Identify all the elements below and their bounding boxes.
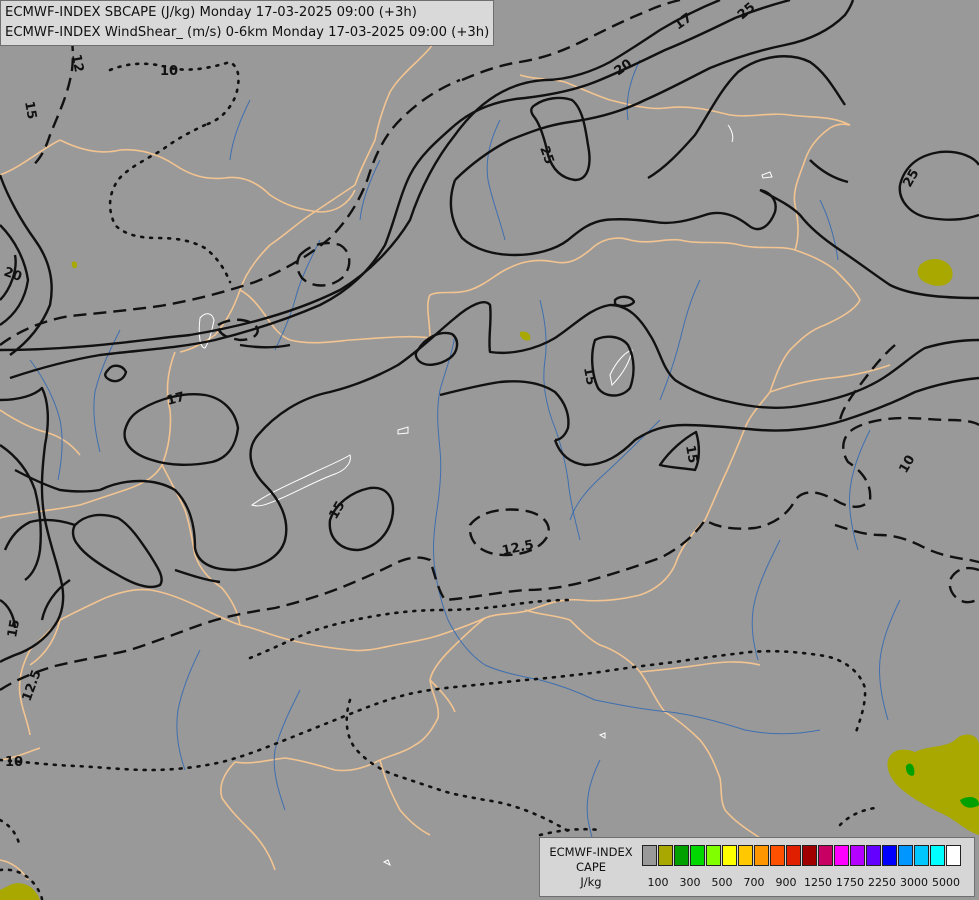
contour-label: 15 bbox=[5, 618, 23, 638]
legend-swatch bbox=[881, 845, 898, 866]
contour-label: 15 bbox=[682, 444, 700, 464]
legend-swatch bbox=[705, 845, 722, 866]
legend-swatch bbox=[913, 845, 930, 866]
legend-swatch bbox=[721, 845, 738, 866]
legend-color-scale bbox=[642, 845, 962, 866]
legend-swatch bbox=[817, 845, 834, 866]
legend-tick-label: 700 bbox=[743, 876, 765, 889]
legend-swatch bbox=[865, 845, 882, 866]
title-cape: ECMWF-INDEX SBCAPE (J/kg) Monday 17-03-2… bbox=[5, 5, 417, 20]
legend-swatch bbox=[833, 845, 850, 866]
contour-label: 15 bbox=[580, 366, 598, 386]
legend-unit: J/kg bbox=[580, 875, 602, 889]
title-windshear: ECMWF-INDEX WindShear_ (m/s) 0-6km Monda… bbox=[5, 25, 490, 40]
legend-swatch bbox=[769, 845, 786, 866]
legend-swatch bbox=[785, 845, 802, 866]
legend-tick-label: 100 bbox=[647, 876, 669, 889]
legend-swatch bbox=[657, 845, 674, 866]
legend-swatch bbox=[689, 845, 706, 866]
map-title-box: ECMWF-INDEX SBCAPE (J/kg) Monday 17-03-2… bbox=[0, 0, 495, 46]
legend-tick-label: 500 bbox=[711, 876, 733, 889]
contour-label: 10 bbox=[160, 64, 178, 79]
contour-label: 10 bbox=[5, 755, 23, 770]
legend-swatch bbox=[642, 845, 658, 866]
legend-swatch bbox=[945, 845, 961, 866]
legend-title: ECMWF-INDEX CAPE J/kg bbox=[542, 845, 640, 890]
legend-tick-label: 1250 bbox=[804, 876, 832, 889]
legend-swatch bbox=[897, 845, 914, 866]
legend-swatch bbox=[801, 845, 818, 866]
cape-legend: ECMWF-INDEX CAPE J/kg 100 300 500 700 900 125… bbox=[539, 837, 975, 897]
legend-tick-label: 300 bbox=[679, 876, 701, 889]
legend-swatch bbox=[929, 845, 946, 866]
contour-label: 15 bbox=[21, 100, 39, 120]
legend-swatch bbox=[849, 845, 866, 866]
legend-swatch bbox=[753, 845, 770, 866]
legend-swatch bbox=[673, 845, 690, 866]
legend-tick-label: 2250 bbox=[868, 876, 896, 889]
legend-variable: CAPE bbox=[575, 860, 607, 874]
legend-tick-label: 1750 bbox=[836, 876, 864, 889]
contour-label: 12 bbox=[68, 53, 86, 73]
legend-swatch bbox=[737, 845, 754, 866]
legend-source: ECMWF-INDEX bbox=[549, 845, 633, 859]
legend-tick-label: 900 bbox=[775, 876, 797, 889]
weather-map: 10 12 15 20 17 25 20 17 15 15 15 12.5 10… bbox=[0, 0, 979, 900]
legend-tick-label: 3000 bbox=[900, 876, 928, 889]
legend-tick-label: 5000 bbox=[932, 876, 960, 889]
